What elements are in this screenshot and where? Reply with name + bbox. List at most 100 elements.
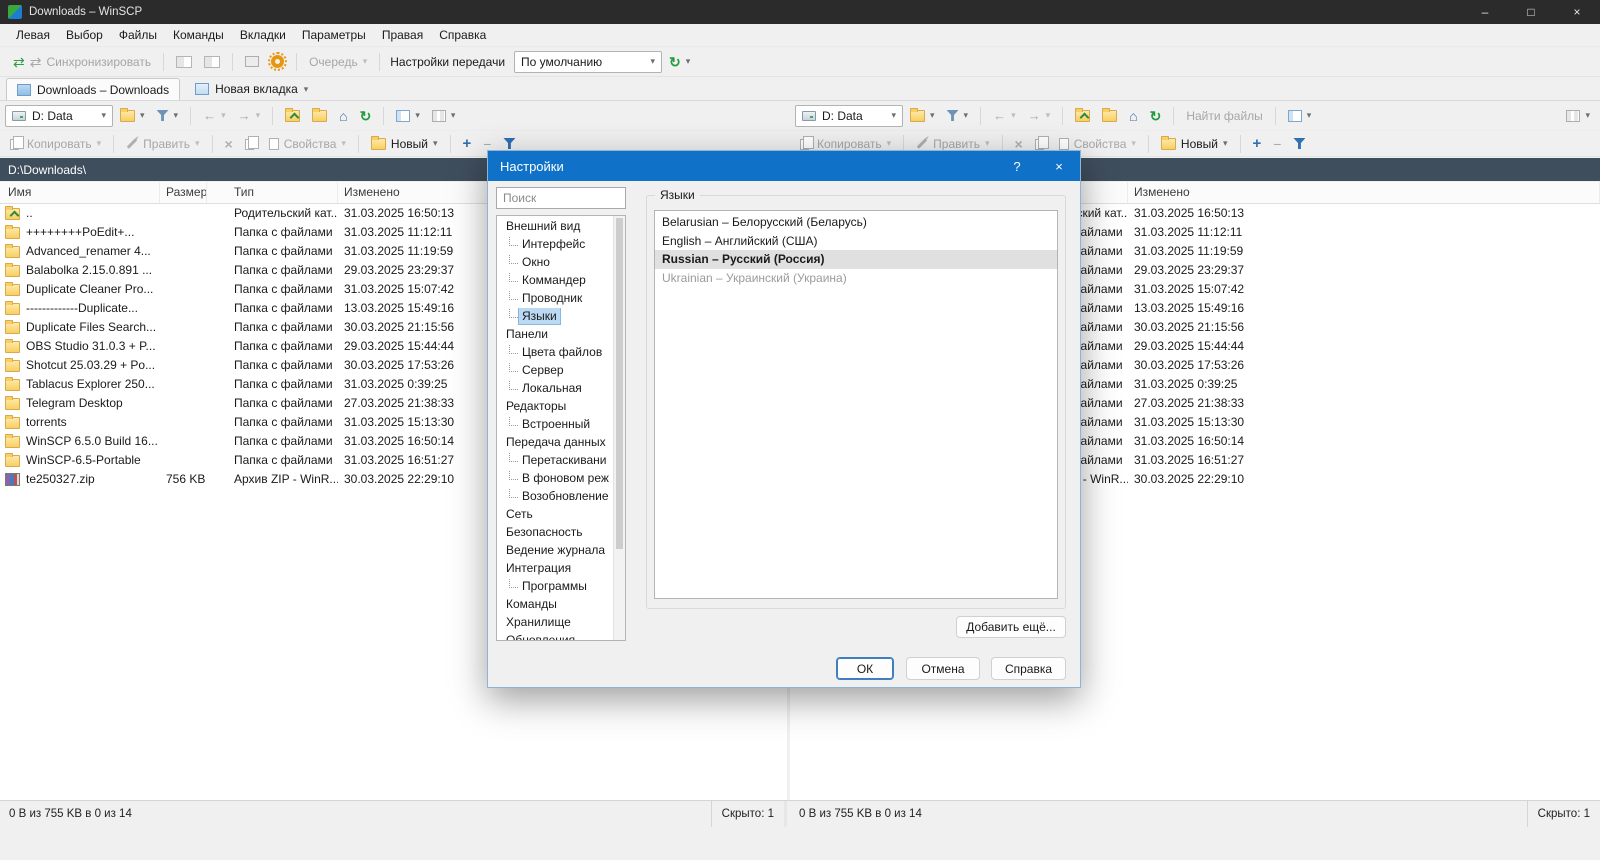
column-header-modified[interactable]: Изменено bbox=[1128, 182, 1600, 203]
menu-item-left[interactable]: Левая bbox=[8, 25, 58, 45]
queue-button[interactable]: Очередь bbox=[304, 52, 372, 72]
right-new-button[interactable]: Новый bbox=[1156, 134, 1233, 154]
column-header-size[interactable]: Размер bbox=[160, 182, 207, 203]
right-view-button[interactable] bbox=[1561, 107, 1595, 125]
right-back-button[interactable] bbox=[988, 106, 1021, 125]
left-home-dir-button[interactable] bbox=[334, 106, 352, 126]
menu-item-options[interactable]: Параметры bbox=[294, 25, 374, 45]
menu-item-right[interactable]: Правая bbox=[374, 25, 431, 45]
tree-item[interactable]: Ведение журнала bbox=[497, 542, 613, 560]
right-tree-toggle-button[interactable] bbox=[1283, 107, 1317, 125]
menu-item-commands[interactable]: Команды bbox=[165, 25, 232, 45]
tree-item[interactable]: Возобновление bbox=[497, 488, 613, 506]
left-new-button[interactable]: Новый bbox=[366, 134, 443, 154]
new-tab-button[interactable]: Новая вкладка bbox=[186, 78, 317, 100]
menu-item-mark[interactable]: Выбор bbox=[58, 25, 111, 45]
right-select-remove-button[interactable] bbox=[1268, 134, 1286, 154]
cancel-button[interactable]: Отмена bbox=[906, 657, 980, 680]
tree-item[interactable]: Сервер bbox=[497, 362, 613, 380]
tree-item[interactable]: Панели bbox=[497, 326, 613, 344]
tree-item[interactable]: Обновления bbox=[497, 632, 613, 640]
minimize-button[interactable]: – bbox=[1462, 0, 1508, 24]
language-item[interactable]: English – Английский (США) bbox=[655, 232, 1057, 251]
transfer-refresh-button[interactable] bbox=[664, 52, 695, 72]
transfer-preset-combo[interactable]: По умолчанию bbox=[514, 50, 663, 73]
new-tab-icon bbox=[195, 83, 210, 95]
console-button[interactable] bbox=[240, 53, 264, 70]
tree-item[interactable]: Перетаскивани bbox=[497, 452, 613, 470]
language-item[interactable]: Ukrainian – Украинский (Украина) bbox=[655, 269, 1057, 288]
column-header-name[interactable]: Имя bbox=[0, 182, 160, 203]
swap-panels-button[interactable] bbox=[171, 53, 197, 71]
left-refresh-button[interactable] bbox=[355, 106, 377, 126]
add-more-languages-button[interactable]: Добавить ещё... bbox=[956, 616, 1066, 638]
tree-item[interactable]: Команды bbox=[497, 596, 613, 614]
tab-downloads[interactable]: Downloads – Downloads bbox=[6, 78, 181, 100]
left-parent-dir-button[interactable] bbox=[280, 107, 305, 125]
right-home-dir-button[interactable] bbox=[1124, 106, 1142, 126]
close-button[interactable]: × bbox=[1554, 0, 1600, 24]
scrollbar-thumb[interactable] bbox=[616, 218, 623, 549]
tree-scrollbar[interactable] bbox=[613, 216, 625, 640]
tree-item[interactable]: Интерфейс bbox=[497, 236, 613, 254]
left-forward-button[interactable] bbox=[233, 106, 266, 125]
dialog-help-button[interactable]: ? bbox=[996, 151, 1038, 181]
left-tree-toggle-button[interactable] bbox=[391, 107, 425, 125]
tree-item[interactable]: Сеть bbox=[497, 506, 613, 524]
tree-item[interactable]: Интеграция bbox=[497, 560, 613, 578]
right-drive-combo[interactable]: D: Data bbox=[795, 104, 903, 127]
right-selection-filter-button[interactable] bbox=[1288, 135, 1310, 152]
right-parent-dir-button[interactable] bbox=[1070, 107, 1095, 125]
left-delete-button[interactable] bbox=[220, 134, 238, 154]
compare-panels-button[interactable] bbox=[199, 53, 225, 71]
tree-item[interactable]: Хранилище bbox=[497, 614, 613, 632]
menu-item-help[interactable]: Справка bbox=[431, 25, 494, 45]
preferences-button[interactable] bbox=[266, 52, 289, 71]
tree-item[interactable]: Внешний вид bbox=[497, 218, 613, 236]
column-header-type[interactable]: Тип bbox=[228, 182, 338, 203]
left-view-button[interactable] bbox=[427, 107, 461, 125]
maximize-button[interactable]: □ bbox=[1508, 0, 1554, 24]
right-filter-button[interactable] bbox=[942, 107, 974, 124]
left-duplicate-button[interactable] bbox=[240, 134, 262, 153]
dialog-close-button[interactable]: × bbox=[1038, 151, 1080, 181]
menu-item-files[interactable]: Файлы bbox=[111, 25, 165, 45]
tree-item[interactable]: Редакторы bbox=[497, 398, 613, 416]
tree-item[interactable]: Программы bbox=[497, 578, 613, 596]
language-item[interactable]: Belarusian – Белорусский (Беларусь) bbox=[655, 213, 1057, 232]
tree-item-selected[interactable]: Языки bbox=[497, 308, 613, 326]
left-edit-button[interactable]: Править bbox=[121, 134, 204, 154]
left-filter-button[interactable] bbox=[152, 107, 184, 124]
tree-item[interactable]: Локальная bbox=[497, 380, 613, 398]
language-item[interactable]: Russian – Русский (Россия) bbox=[655, 250, 1057, 269]
tree-item[interactable]: Передача данных bbox=[497, 434, 613, 452]
tree-item[interactable]: Встроенный bbox=[497, 416, 613, 434]
right-select-add-button[interactable] bbox=[1248, 133, 1267, 154]
right-refresh-button[interactable] bbox=[1145, 106, 1167, 126]
right-root-dir-button[interactable] bbox=[1097, 107, 1122, 125]
tree-item[interactable]: В фоновом реж bbox=[497, 470, 613, 488]
left-properties-button[interactable]: Свойства bbox=[264, 134, 351, 154]
tree-item[interactable]: Безопасность bbox=[497, 524, 613, 542]
left-drive-combo[interactable]: D: Data bbox=[5, 104, 113, 127]
right-bookmarks-button[interactable] bbox=[905, 107, 940, 125]
right-forward-button[interactable] bbox=[1023, 106, 1056, 125]
file-name: Duplicate Files Search... bbox=[26, 320, 157, 334]
left-copy-button[interactable]: Копировать bbox=[5, 134, 106, 154]
menu-item-tabs[interactable]: Вкладки bbox=[232, 25, 294, 45]
tree-item[interactable]: Цвета файлов bbox=[497, 344, 613, 362]
left-bookmarks-button[interactable] bbox=[115, 107, 150, 125]
tree-item[interactable]: Коммандер bbox=[497, 272, 613, 290]
preferences-search-input[interactable] bbox=[496, 187, 626, 209]
left-hidden-count: Скрыто: 1 bbox=[721, 808, 774, 820]
find-files-button[interactable]: Найти файлы bbox=[1181, 106, 1267, 126]
left-root-dir-button[interactable] bbox=[307, 107, 332, 125]
tree-item[interactable]: Проводник bbox=[497, 290, 613, 308]
right-status-summary: 0 B из 755 KB в 0 из 14 bbox=[799, 808, 922, 820]
synchronize-button[interactable]: Синхронизировать bbox=[8, 52, 156, 72]
help-button[interactable]: Справка bbox=[991, 657, 1066, 680]
left-back-button[interactable] bbox=[198, 106, 231, 125]
tree-item[interactable]: Окно bbox=[497, 254, 613, 272]
left-select-add-button[interactable] bbox=[458, 133, 477, 154]
ok-button[interactable]: ОК bbox=[836, 657, 894, 680]
